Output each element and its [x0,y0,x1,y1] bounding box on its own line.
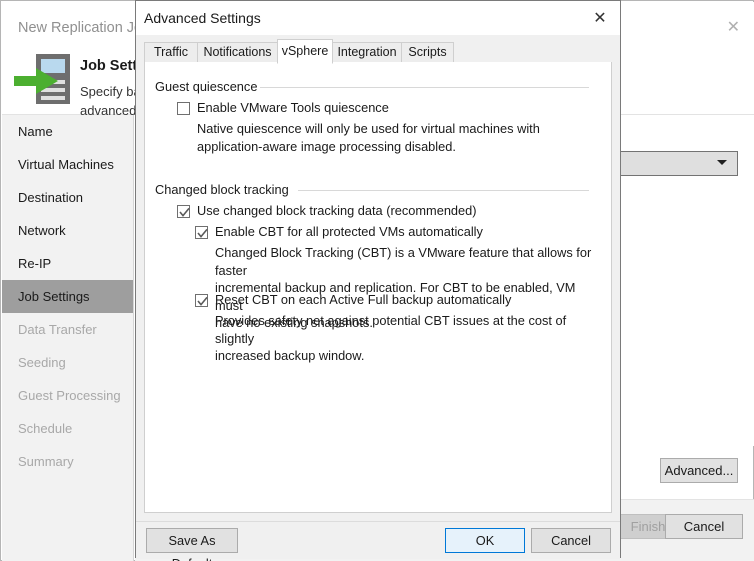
ok-button[interactable]: OK [445,528,525,553]
checkbox-label: Reset CBT on each Active Full backup aut… [215,292,512,307]
sidebar-item-re-ip[interactable]: Re-IP [2,247,133,280]
screen-root: New Replication Job ✕ Job Settings Speci… [0,0,754,561]
sidebar-item-seeding: Seeding [18,355,66,370]
vsphere-tab-panel: Guest quiescence Enable VMware Tools quie… [144,62,612,513]
checkbox-label: Enable VMware Tools quiescence [197,100,389,115]
sidebar-item-job-settings[interactable]: Job Settings [2,280,133,313]
dialog-close-icon[interactable]: ✕ [590,8,610,28]
description-line: Changed Block Tracking (CBT) is a VMware… [215,245,592,278]
description-line: increased backup window. [215,348,365,363]
checkbox-box[interactable] [177,205,190,218]
checkbox-description: Native quiescence will only be used for … [197,120,603,155]
server-slot-3 [41,96,65,100]
dialog-footer: Save As Default OK Cancel [136,521,620,561]
checkbox-label: Enable CBT for all protected VMs automat… [215,224,483,239]
job-settings-icon [14,54,70,106]
dialog-title: Advanced Settings [144,10,261,26]
wizard-cancel-button[interactable]: Cancel [665,514,743,539]
tab-notifications[interactable]: Notifications [197,42,278,63]
dialog-body: Traffic Notifications vSphere Integration Sc… [136,35,620,521]
description-line: Provides safety net against potential CB… [215,313,567,346]
group-rule-1 [297,190,589,191]
description-line: application-aware image processing disab… [197,138,456,154]
wizard-sidebar: Name Virtual Machines Destination Network Re… [2,115,134,510]
checkbox-box[interactable] [195,294,208,307]
checkbox-description: Provides safety net against potential CB… [215,312,603,365]
green-arrow-icon [14,68,58,94]
chevron-down-icon [717,160,727,165]
sidebar-item-schedule: Schedule [18,421,73,436]
group-header-1: Changed block tracking [155,182,289,197]
tab-traffic[interactable]: Traffic [144,42,198,63]
sidebar-item-virtual-machines[interactable]: Virtual Machines [2,148,133,181]
advanced-settings-dialog: Advanced Settings ✕ Traffic Notifications… [135,0,621,561]
checkbox-box[interactable] [177,102,190,115]
tab-integration[interactable]: Integration [332,42,402,63]
repository-dropdown[interactable] [610,151,738,176]
wizard-window-title: New Replication Job [18,20,151,36]
sidebar-item-data-transfer: Data Transfer [18,322,97,337]
tab-vsphere[interactable]: vSphere [277,39,333,64]
group-rule-0 [259,87,589,88]
description-line: Native quiescence will only be used for … [197,121,540,136]
checkbox-label: Use changed block tracking data (recomme… [197,203,477,218]
wizard-close-icon[interactable]: ✕ [727,19,740,35]
advanced-button[interactable]: Advanced... [660,458,738,483]
sidebar-item-name[interactable]: Name [2,115,133,148]
dialog-cancel-button[interactable]: Cancel [531,528,611,553]
sidebar-item-destination[interactable]: Destination [2,181,133,214]
dialog-titlebar: Advanced Settings ✕ [136,1,620,35]
tab-scripts[interactable]: Scripts [401,42,454,63]
tab-strip: Traffic Notifications vSphere Integration Sc… [144,39,612,64]
sidebar-item-network[interactable]: Network [2,214,133,247]
sidebar-item-summary: Summary [18,454,74,469]
sidebar-item-guest-processing: Guest Processing [18,388,121,403]
checkbox-box[interactable] [195,226,208,239]
group-header-0: Guest quiescence [155,79,258,94]
wizard-sidebar-filler [2,510,134,561]
save-as-default-button[interactable]: Save As Default [146,528,238,561]
